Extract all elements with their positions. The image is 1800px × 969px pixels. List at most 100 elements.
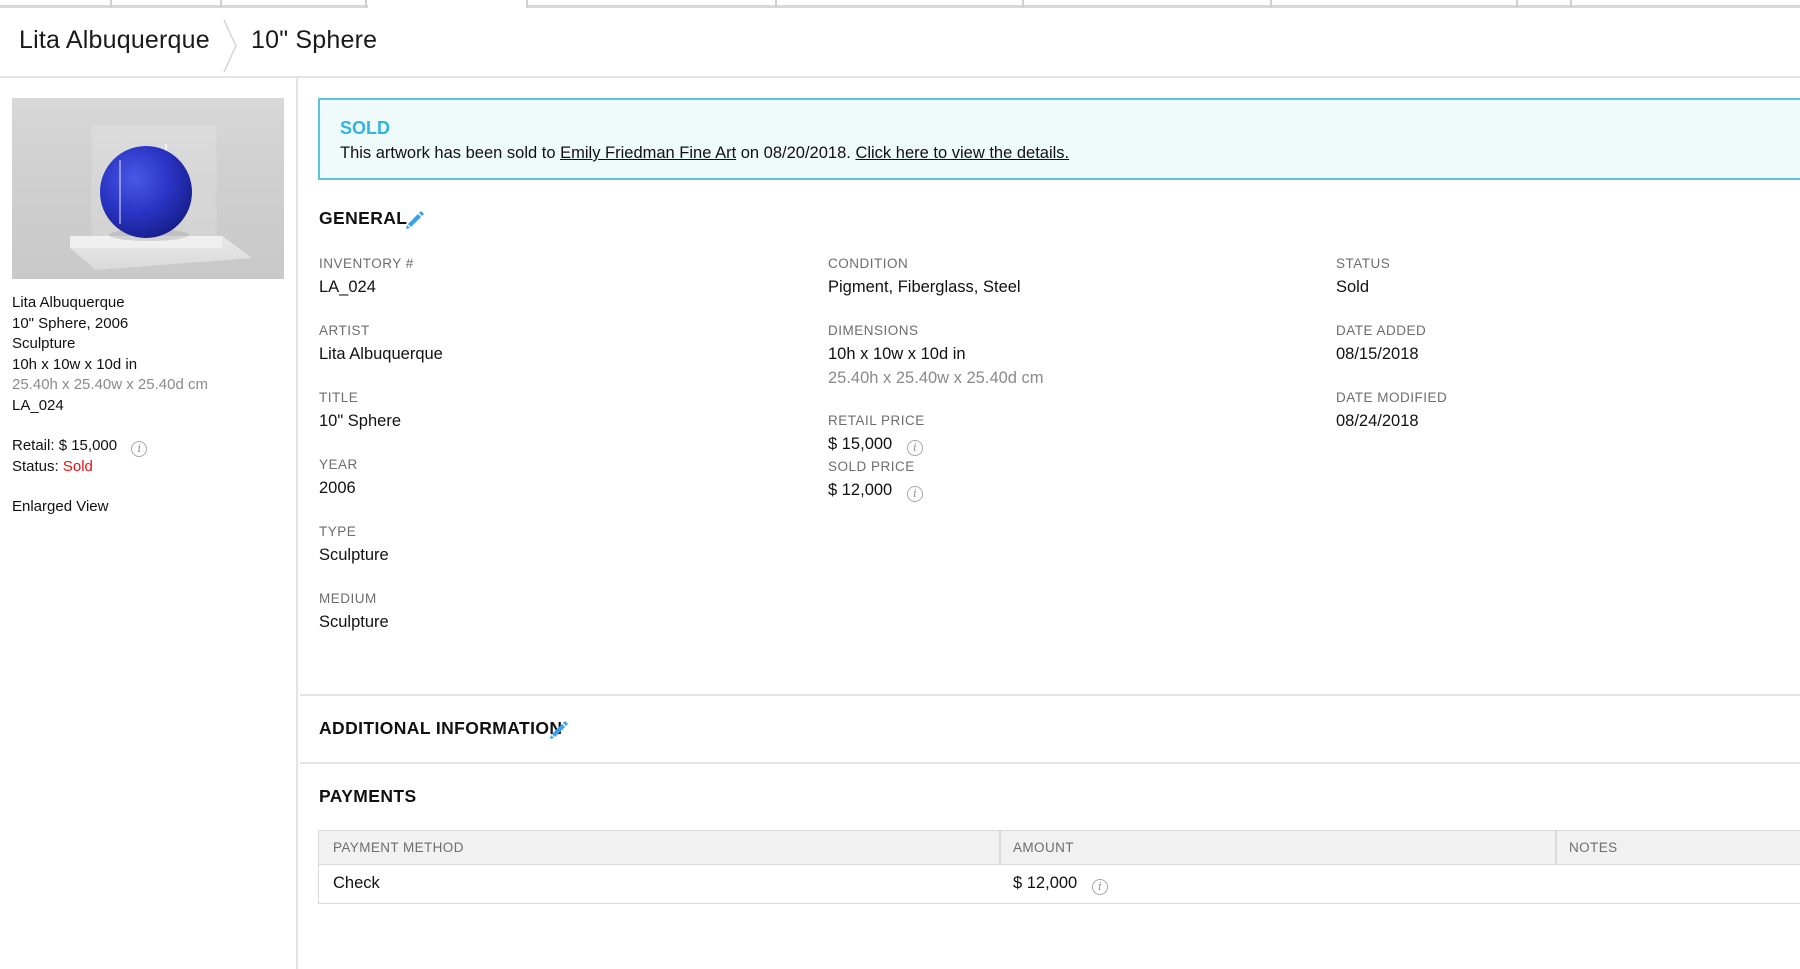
field-date-modified: DATE MODIFIED 08/24/2018 <box>1336 390 1447 434</box>
tab-divider <box>1570 0 1572 8</box>
artwork-sidebar: Lita Albuquerque 10" Sphere, 2006 Sculpt… <box>0 78 298 969</box>
status-label: STATUS <box>1336 256 1391 271</box>
payments-table: PAYMENT METHOD AMOUNT NOTES Check $ 12,0… <box>318 830 1800 904</box>
status-value: Sold <box>1336 278 1370 296</box>
sold-banner-title: SOLD <box>340 118 391 138</box>
column-header-payment-method[interactable]: PAYMENT METHOD <box>333 840 464 855</box>
info-icon[interactable]: i <box>906 486 923 502</box>
status-badge: Sold <box>62 458 93 475</box>
breadcrumb-artist[interactable]: Lita Albuquerque <box>19 26 210 55</box>
payment-amount-value: $ 12,000 <box>1013 874 1078 892</box>
summary-artist: Lita Albuquerque <box>12 294 125 311</box>
info-icon[interactable]: i <box>131 441 148 457</box>
status-label: Status: <box>12 458 59 475</box>
sold-banner-text-middle: on 08/20/2018. <box>736 144 856 162</box>
retail-price-row: $ 15,000 i <box>828 435 925 457</box>
summary-title-year: 10" Sphere, 2006 <box>12 314 129 332</box>
table-header: PAYMENT METHOD AMOUNT NOTES <box>319 831 1800 865</box>
sold-banner: SOLD This artwork has been sold to Emily… <box>318 98 1800 180</box>
column-header-notes[interactable]: NOTES <box>1569 840 1618 855</box>
dimensions-label: DIMENSIONS <box>828 323 919 338</box>
field-date-added: DATE ADDED 08/15/2018 <box>1336 323 1426 367</box>
dimensions-metric-value: 25.40h x 25.40w x 25.40d cm <box>828 369 1044 387</box>
field-status: STATUS Sold <box>1336 256 1390 300</box>
tab-divider <box>1516 0 1518 8</box>
general-section-title: GENERAL <box>319 208 408 228</box>
condition-value: Pigment, Fiberglass, Steel <box>828 278 1021 296</box>
payments-section-title: PAYMENTS <box>319 786 417 806</box>
retail-price-value: $ 15,000 <box>828 435 893 453</box>
tab-divider <box>1022 0 1024 8</box>
medium-label: MEDIUM <box>319 591 377 606</box>
retail-price-label: RETAIL PRICE <box>828 413 925 428</box>
year-label: YEAR <box>319 457 358 472</box>
page-header: Lita Albuquerque 10" Sphere <box>0 8 1800 78</box>
sold-price-row: $ 12,000 i <box>828 481 923 503</box>
field-sold-price: SOLD PRICE $ 12,000 i <box>828 459 923 503</box>
pencil-icon[interactable] <box>404 209 426 231</box>
retail-label: Retail: <box>12 437 55 454</box>
date-added-label: DATE ADDED <box>1336 323 1427 338</box>
column-divider <box>999 831 1001 865</box>
sphere-artwork-image <box>70 125 252 270</box>
artwork-summary: Lita Albuquerque 10" Sphere, 2006 Sculpt… <box>12 293 208 416</box>
field-inventory: INVENTORY # LA_024 <box>319 256 414 300</box>
tab-divider <box>775 0 777 8</box>
pencil-icon[interactable] <box>548 719 570 741</box>
sold-price-value: $ 12,000 <box>828 481 893 499</box>
column-header-amount[interactable]: AMOUNT <box>1013 840 1074 855</box>
sold-price-label: SOLD PRICE <box>828 459 915 474</box>
tab-strip-segment <box>528 0 1800 8</box>
date-added-value: 08/15/2018 <box>1336 345 1419 363</box>
field-medium: MEDIUM Sculpture <box>319 591 389 635</box>
condition-label: CONDITION <box>828 256 909 271</box>
type-label: TYPE <box>319 524 357 539</box>
year-value: 2006 <box>319 479 356 497</box>
chevron-right-icon <box>223 19 237 73</box>
breadcrumb-artwork: 10" Sphere <box>251 26 378 54</box>
status-row: Status: Sold <box>12 457 147 478</box>
inventory-value: LA_024 <box>319 278 376 296</box>
tab-divider <box>365 0 367 8</box>
enlarged-view-link[interactable]: Enlarged View <box>12 498 108 515</box>
tab-divider <box>220 0 222 8</box>
field-condition: CONDITION Pigment, Fiberglass, Steel <box>828 256 1021 300</box>
artist-value: Lita Albuquerque <box>319 345 443 363</box>
payment-method-cell: Check <box>333 874 380 892</box>
tab-divider <box>1270 0 1272 8</box>
title-value: 10" Sphere <box>319 412 402 430</box>
section-divider <box>300 694 1800 696</box>
summary-inventory: LA_024 <box>12 396 64 414</box>
dimensions-value: 10h x 10w x 10d in <box>828 345 966 363</box>
field-artist: ARTIST Lita Albuquerque <box>319 323 443 367</box>
inventory-label: INVENTORY # <box>319 256 414 271</box>
date-modified-label: DATE MODIFIED <box>1336 390 1448 405</box>
medium-value: Sculpture <box>319 613 389 631</box>
summary-dimensions: 10h x 10w x 10d in <box>12 355 138 373</box>
type-value: Sculpture <box>319 546 389 564</box>
field-type: TYPE Sculpture <box>319 524 389 568</box>
payment-amount-cell: $ 12,000 i <box>1013 874 1108 895</box>
summary-metric-dimensions: 25.40h x 25.40w x 25.40d cm <box>12 376 208 393</box>
info-icon[interactable]: i <box>906 440 923 456</box>
view-sale-details-link[interactable]: Click here to view the details. <box>855 144 1069 162</box>
title-label: TITLE <box>319 390 359 405</box>
section-divider <box>300 762 1800 764</box>
retail-row: Retail: $ 15,000 i <box>12 436 148 457</box>
sold-banner-message: This artwork has been sold to Emily Frie… <box>340 144 1069 163</box>
tab-divider <box>110 0 112 8</box>
field-year: YEAR 2006 <box>319 457 358 501</box>
tab-strip-segment <box>0 0 368 8</box>
artist-label: ARTIST <box>319 323 370 338</box>
info-icon[interactable]: i <box>1091 879 1108 895</box>
buyer-link[interactable]: Emily Friedman Fine Art <box>560 144 736 162</box>
top-tab-strip <box>0 0 1800 8</box>
field-dimensions: DIMENSIONS 10h x 10w x 10d in 25.40h x 2… <box>828 323 1044 388</box>
field-retail-price: RETAIL PRICE $ 15,000 i <box>828 413 925 457</box>
additional-info-section-title: ADDITIONAL INFORMATION <box>319 718 563 738</box>
artwork-thumbnail[interactable] <box>12 98 284 279</box>
summary-type: Sculpture <box>12 335 76 352</box>
field-title: TITLE 10" Sphere <box>319 390 401 434</box>
column-divider <box>1555 831 1557 865</box>
sold-banner-text-before: This artwork has been sold to <box>340 144 561 162</box>
